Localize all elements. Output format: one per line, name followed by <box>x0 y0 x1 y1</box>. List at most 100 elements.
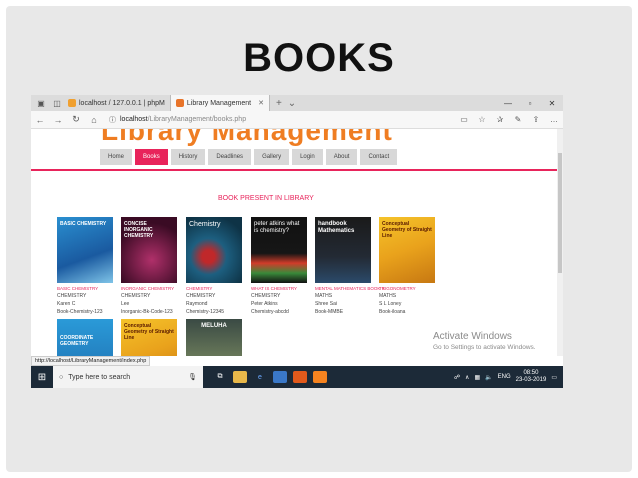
notifications-icon[interactable]: ▭ <box>551 374 557 381</box>
xampp-icon[interactable] <box>313 371 327 383</box>
share-icon[interactable]: ⇪ <box>527 115 545 124</box>
new-tab-icon[interactable]: + <box>276 98 282 109</box>
book-tag: CHEMISTRY <box>186 286 213 291</box>
book-cover[interactable]: CONCISE INORGANIC CHEMISTRY <box>121 217 177 283</box>
file-explorer-icon[interactable] <box>233 371 247 383</box>
taskbar-apps: ⧉ e <box>213 371 327 383</box>
language-indicator[interactable]: ENG <box>498 374 511 380</box>
people-icon[interactable]: ☍ <box>454 374 460 381</box>
tab-dropdown-icon[interactable]: ⌄ <box>288 98 296 109</box>
book-subject: CHEMISTRY <box>57 293 87 299</box>
url-field[interactable]: ⓘ localhost/LibraryManagement/books.php <box>109 115 455 125</box>
microphone-icon[interactable]: 🎙 <box>188 373 203 381</box>
menu-history[interactable]: History <box>170 149 206 165</box>
reading-view-icon[interactable]: ▭ <box>455 115 473 124</box>
page-scrollbar[interactable] <box>557 129 563 356</box>
book-card[interactable]: Conceptual Geometry of Straight Line <box>121 319 177 356</box>
set-aside-tabs-icon[interactable]: ◫ <box>51 97 63 109</box>
clock-date: 23-03-2019 <box>515 377 547 383</box>
book-subject: CHEMISTRY <box>251 293 281 299</box>
book-card[interactable]: BASIC CHEMISTRY BASIC CHEMISTRY CHEMISTR… <box>57 217 113 315</box>
book-code: Book-Chemistry-123 <box>57 309 103 315</box>
menu-books[interactable]: Books <box>135 149 168 165</box>
book-tag: MENTAL MATHEMATICS BOOK II <box>315 286 385 291</box>
task-view-icon[interactable]: ⧉ <box>213 371 227 383</box>
book-code: Book-MMBE <box>315 309 344 315</box>
book-cover[interactable]: peter atkins what is chemistry? <box>251 217 307 283</box>
book-cover[interactable]: BASIC CHEMISTRY <box>57 217 113 283</box>
book-cover[interactable]: MELUHA <box>186 319 242 356</box>
menu-divider <box>31 169 557 171</box>
edge-icon[interactable]: e <box>253 371 267 383</box>
book-cover-title: COORDINATE GEOMETRY <box>60 335 94 347</box>
book-cover[interactable]: handbook Mathematics <box>315 217 371 283</box>
menu-deadlines[interactable]: Deadlines <box>208 149 252 165</box>
menu-contact[interactable]: Contact <box>360 149 398 165</box>
close-tab-icon[interactable]: ✕ <box>258 99 264 107</box>
book-card[interactable]: handbook Mathematics MENTAL MATHEMATICS … <box>315 217 385 315</box>
home-icon[interactable]: ⌂ <box>85 115 103 125</box>
minimize-icon[interactable]: — <box>497 99 519 108</box>
book-cover-title: Conceptual Geometry of Straight Line <box>124 323 174 341</box>
tab-label: localhost / 127.0.0.1 | phpM <box>79 99 165 107</box>
book-card[interactable]: peter atkins what is chemistry? WHAT IS … <box>251 217 307 315</box>
book-author: Shree Sai <box>315 301 337 307</box>
book-subject: CHEMISTRY <box>121 293 151 299</box>
status-url: http://localhost/LibraryManagement/index… <box>31 356 151 366</box>
book-card[interactable]: COORDINATE GEOMETRY <box>57 319 113 356</box>
network-icon[interactable]: ▦ <box>474 374 480 381</box>
refresh-icon[interactable]: ↻ <box>67 114 85 125</box>
tab-label: Library Management <box>186 99 252 107</box>
windows-start-icon[interactable]: ⊞ <box>31 372 53 383</box>
book-card[interactable]: CONCISE INORGANIC CHEMISTRY INORGANIC CH… <box>121 217 177 315</box>
address-actions: ▭ ☆ ✰ ✎ ⇪ … <box>455 115 563 124</box>
office-icon[interactable] <box>293 371 307 383</box>
book-card[interactable]: Conceptual Geometry of Straight Line TRI… <box>379 217 435 315</box>
book-code: Inorganic-Bk-Code-123 <box>121 309 173 315</box>
close-window-icon[interactable]: ✕ <box>541 99 563 108</box>
book-cover-title: peter atkins what is chemistry? <box>254 221 300 235</box>
show-hidden-icons-icon[interactable]: ∧ <box>465 374 469 381</box>
volume-icon[interactable]: 🔈 <box>485 374 492 381</box>
system-tray: ☍ ∧ ▦ 🔈 ENG 08:50 23-03-2019 ▭ <box>454 370 563 384</box>
book-cover-title: Chemistry <box>189 221 221 228</box>
maximize-icon[interactable]: ▫ <box>519 99 541 108</box>
notes-icon[interactable]: ✎ <box>509 115 527 124</box>
favorites-icon[interactable]: ✰ <box>491 115 509 124</box>
favorite-star-icon[interactable]: ☆ <box>473 115 491 124</box>
scroll-thumb[interactable] <box>558 153 562 273</box>
tab-phpmyadmin[interactable]: localhost / 127.0.0.1 | phpM <box>63 95 170 111</box>
book-cover[interactable]: Conceptual Geometry of Straight Line <box>379 217 435 283</box>
book-cover[interactable]: Chemistry <box>186 217 242 283</box>
slide-title: BOOKS <box>243 36 395 80</box>
back-icon[interactable]: ← <box>31 115 49 125</box>
book-cover-title: BASIC CHEMISTRY <box>60 221 107 227</box>
book-cover[interactable]: Conceptual Geometry of Straight Line <box>121 319 177 356</box>
book-card[interactable]: MELUHA <box>186 319 242 356</box>
book-card[interactable]: Chemistry CHEMISTRY CHEMISTRY Raymond Ch… <box>186 217 242 315</box>
book-subject: MATHS <box>315 293 333 299</box>
menu-gallery[interactable]: Gallery <box>254 149 290 165</box>
book-code: Book-iloana <box>379 309 406 315</box>
book-code: Chemistry-12345 <box>186 309 225 315</box>
clock[interactable]: 08:50 23-03-2019 <box>516 370 547 384</box>
book-cover-title: Conceptual Geometry of Straight Line <box>382 221 432 239</box>
book-tag: INORGANIC CHEMISTRY <box>121 286 175 291</box>
store-icon[interactable] <box>273 371 287 383</box>
taskbar: ⊞ ○ Type here to search 🎙 ⧉ e ☍ ∧ ▦ 🔈 EN… <box>31 366 563 388</box>
book-subject: MATHS <box>379 293 397 299</box>
menu-about[interactable]: About <box>325 149 358 165</box>
book-subject: CHEMISTRY <box>186 293 216 299</box>
books-heading: BOOK PRESENT IN LIBRARY <box>218 195 314 202</box>
menu-home[interactable]: Home <box>100 149 133 165</box>
library-favicon-icon <box>175 99 184 107</box>
menu-login[interactable]: Login <box>292 149 323 165</box>
taskbar-search[interactable]: ○ Type here to search 🎙 <box>53 366 203 388</box>
tab-actions-icon[interactable]: ▣ <box>35 97 47 109</box>
more-icon[interactable]: … <box>545 115 563 124</box>
book-cover[interactable]: COORDINATE GEOMETRY <box>57 319 113 356</box>
browser-window: ▣ ◫ localhost / 127.0.0.1 | phpM Library… <box>31 95 563 388</box>
window-controls: — ▫ ✕ <box>497 99 563 108</box>
tab-library-management[interactable]: Library Management ✕ <box>169 95 270 111</box>
forward-icon[interactable]: → <box>49 115 67 125</box>
